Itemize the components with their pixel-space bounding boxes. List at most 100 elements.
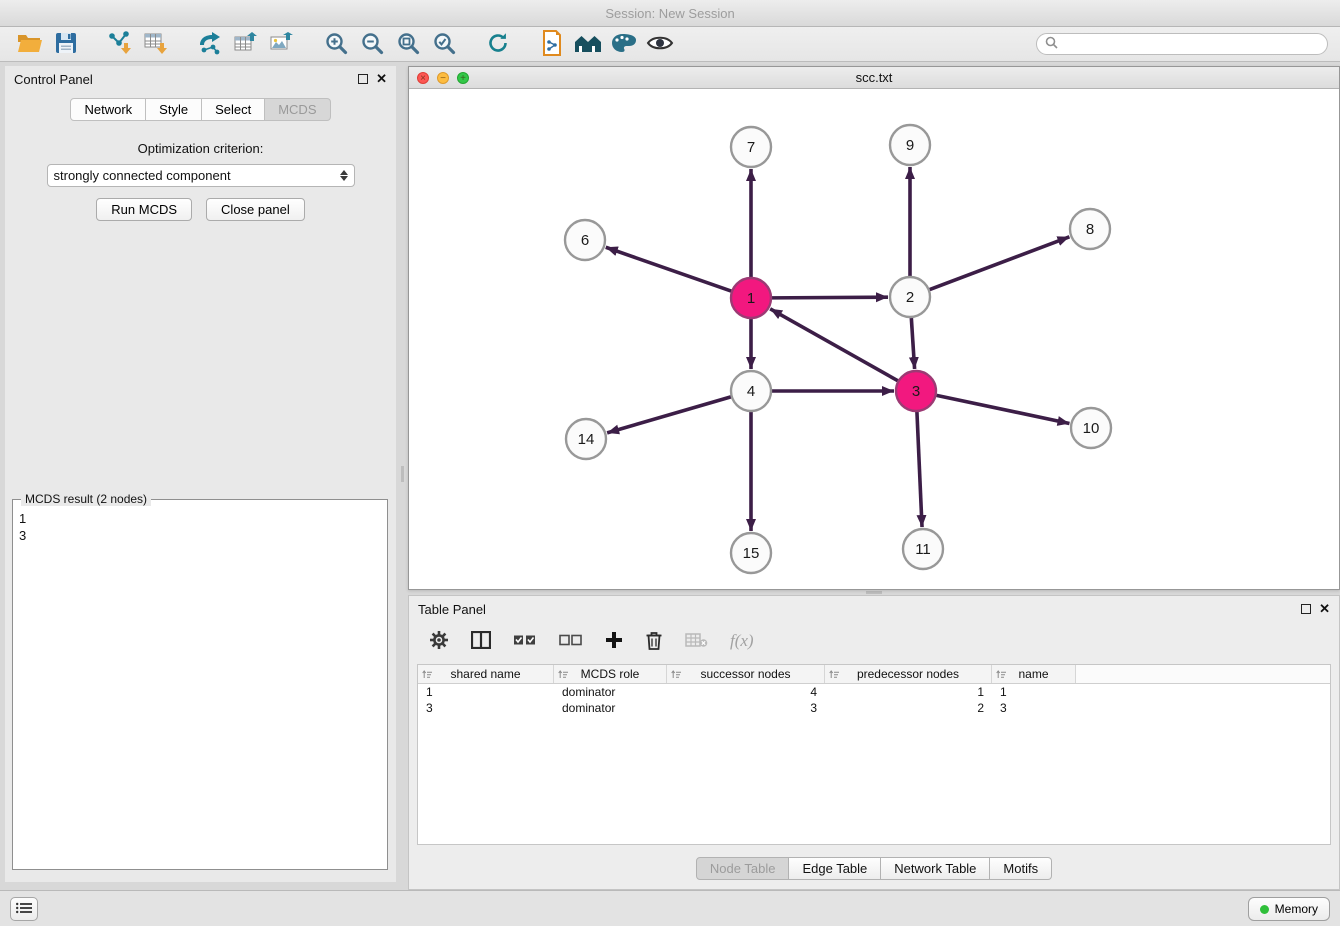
column-header-name[interactable]: name	[992, 665, 1076, 683]
graph-node-label: 9	[906, 137, 914, 154]
table-tab-network-table[interactable]: Network Table	[881, 857, 990, 880]
graph-node-15[interactable]: 15	[731, 533, 771, 573]
unselect-all-columns-button[interactable]	[559, 633, 583, 650]
document-share-icon	[540, 30, 564, 59]
trash-icon	[645, 630, 663, 653]
graph-node-3[interactable]: 3	[896, 371, 936, 411]
apply-style-button[interactable]	[606, 29, 642, 59]
mcds-result-box: MCDS result (2 nodes) 1 3	[12, 492, 388, 870]
zoom-out-icon	[360, 31, 384, 58]
column-header-predecessor-nodes[interactable]: predecessor nodes	[825, 665, 992, 683]
float-panel-icon[interactable]	[358, 74, 368, 84]
zoom-selected-icon	[432, 31, 456, 58]
graph-node-6[interactable]: 6	[565, 220, 605, 260]
graph-edge-3-1[interactable]	[770, 309, 898, 381]
table-row[interactable]: 1dominator411	[418, 684, 1330, 700]
graph-edge-4-14[interactable]	[607, 397, 731, 433]
graph-node-9[interactable]: 9	[890, 125, 930, 165]
memory-button[interactable]: Memory	[1248, 897, 1330, 921]
export-image-icon	[269, 31, 295, 58]
graph-node-8[interactable]: 8	[1070, 209, 1110, 249]
delete-table-icon	[685, 632, 708, 651]
float-table-panel-icon[interactable]	[1301, 604, 1311, 614]
export-image-button[interactable]	[264, 29, 300, 59]
column-header-mcds-role[interactable]: MCDS role	[554, 665, 667, 683]
table-settings-button[interactable]	[429, 630, 449, 653]
list-icon	[16, 902, 32, 917]
graph-edge-1-2[interactable]	[772, 297, 888, 298]
criterion-dropdown[interactable]: strongly connected component	[47, 164, 355, 187]
close-panel-button[interactable]: Close panel	[206, 198, 305, 221]
search-box[interactable]	[1036, 33, 1328, 55]
import-table-icon	[143, 31, 169, 58]
show-hide-graphics-button[interactable]	[642, 29, 678, 59]
control-tab-network[interactable]: Network	[70, 98, 146, 121]
table-cell: dominator	[554, 701, 667, 715]
zoom-fit-icon	[396, 31, 420, 58]
graph-edge-2-8[interactable]	[930, 237, 1070, 290]
control-tab-style[interactable]: Style	[146, 98, 202, 121]
zoom-fit-button[interactable]	[390, 29, 426, 59]
search-input[interactable]	[1064, 37, 1319, 51]
vertical-splitter[interactable]	[396, 66, 408, 890]
graph-edge-1-6[interactable]	[606, 247, 731, 291]
control-tab-mcds[interactable]: MCDS	[265, 98, 330, 121]
show-panels-button[interactable]	[10, 897, 38, 921]
graph-node-4[interactable]: 4	[731, 371, 771, 411]
close-panel-icon[interactable]: ✕	[376, 74, 387, 84]
refresh-icon	[486, 31, 510, 58]
open-session-button[interactable]	[12, 29, 48, 59]
function-builder-button[interactable]: f(x)	[730, 631, 754, 651]
graph-edge-2-3[interactable]	[911, 318, 914, 369]
graph-node-14[interactable]: 14	[566, 419, 606, 459]
column-header-shared-name[interactable]: shared name	[418, 665, 554, 683]
graph-node-10[interactable]: 10	[1071, 408, 1111, 448]
import-table-button[interactable]	[138, 29, 174, 59]
graph-edge-3-11[interactable]	[917, 412, 922, 527]
table-tab-edge-table[interactable]: Edge Table	[789, 857, 881, 880]
network-canvas[interactable]: 7 9 6 8 1 2 4 3 14 10 15 11	[409, 89, 1339, 589]
delete-table-button[interactable]	[685, 632, 708, 651]
open-recent-session-button[interactable]	[534, 29, 570, 59]
close-window-icon[interactable]: ×	[417, 72, 429, 84]
minimize-window-icon[interactable]: −	[437, 72, 449, 84]
close-table-panel-icon[interactable]: ✕	[1319, 604, 1330, 614]
column-header-successor-nodes[interactable]: successor nodes	[667, 665, 825, 683]
checked-boxes-icon	[513, 633, 537, 650]
table-cell: 1	[418, 685, 554, 699]
graph-node-2[interactable]: 2	[890, 277, 930, 317]
refresh-button[interactable]	[480, 29, 516, 59]
table-row[interactable]: 3dominator323	[418, 700, 1330, 716]
import-network-button[interactable]	[102, 29, 138, 59]
table-cell: 2	[825, 701, 992, 715]
open-folder-icon	[17, 32, 43, 57]
save-session-button[interactable]	[48, 29, 84, 59]
graph-edge-3-10[interactable]	[937, 395, 1070, 423]
graph-node-label: 7	[747, 139, 755, 156]
create-column-button[interactable]	[605, 631, 623, 652]
table-tab-motifs[interactable]: Motifs	[990, 857, 1052, 880]
home-button[interactable]	[570, 29, 606, 59]
run-mcds-button[interactable]: Run MCDS	[96, 198, 192, 221]
zoom-in-button[interactable]	[318, 29, 354, 59]
control-panel-header: Control Panel ✕	[5, 66, 396, 92]
zoom-out-button[interactable]	[354, 29, 390, 59]
delete-column-button[interactable]	[645, 630, 663, 653]
table-toolbar: f(x)	[409, 622, 1339, 660]
export-network-button[interactable]	[192, 29, 228, 59]
network-window-titlebar[interactable]: × − + scc.txt	[409, 67, 1339, 89]
select-all-columns-button[interactable]	[513, 633, 537, 650]
maximize-window-icon[interactable]: +	[457, 72, 469, 84]
control-tab-select[interactable]: Select	[202, 98, 265, 121]
graph-node-7[interactable]: 7	[731, 127, 771, 167]
graph-node-1[interactable]: 1	[731, 278, 771, 318]
zoom-selected-button[interactable]	[426, 29, 462, 59]
table-cell: 1	[992, 685, 1076, 699]
table-tab-node-table[interactable]: Node Table	[696, 857, 790, 880]
export-table-button[interactable]	[228, 29, 264, 59]
show-columns-button[interactable]	[471, 631, 491, 652]
graph-node-11[interactable]: 11	[903, 529, 943, 569]
window-titlebar: Session: New Session	[0, 0, 1340, 27]
table-cell: 3	[418, 701, 554, 715]
zoom-in-icon	[324, 31, 348, 58]
